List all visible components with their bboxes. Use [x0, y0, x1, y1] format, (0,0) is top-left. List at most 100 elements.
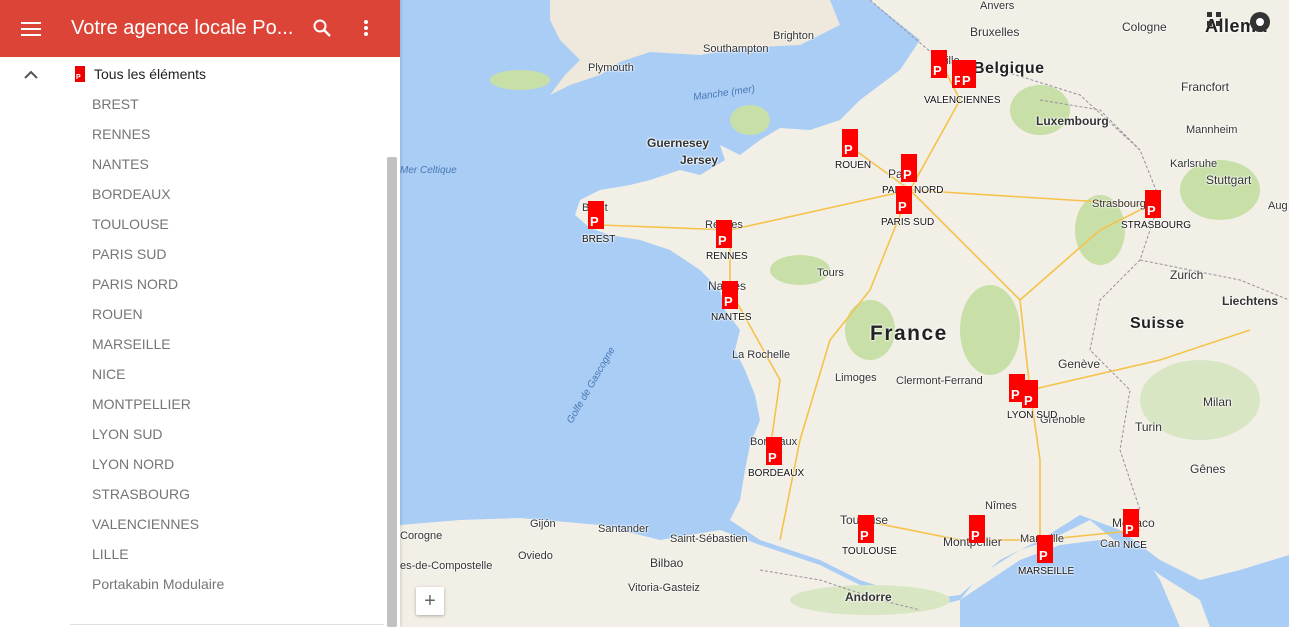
city-label-francfort: Francfort: [1181, 80, 1230, 94]
city-label-southampton: Southampton: [703, 43, 769, 55]
agency-list: BREST RENNES NANTES BORDEAUX TOULOUSE PA…: [0, 89, 385, 599]
city-label-genes: Gênes: [1190, 462, 1226, 476]
agency-pin-lille[interactable]: P: [931, 50, 947, 78]
city-label-cannes: Can: [1100, 538, 1121, 550]
island-label-guernesey: Guernesey: [647, 136, 710, 150]
city-label-nimes: Nîmes: [985, 500, 1017, 512]
country-label-liechtenstein: Liechtens: [1222, 294, 1279, 308]
agency-label-strasbourg: STRASBOURG: [1121, 220, 1192, 231]
list-item[interactable]: ROUEN: [0, 299, 385, 329]
more-options-button[interactable]: [348, 10, 384, 46]
layer-marker-icon: P: [75, 66, 85, 82]
agency-pin-rennes[interactable]: P: [716, 220, 732, 248]
agency-label-bordeaux: BORDEAUX: [748, 468, 805, 479]
city-label-oviedo: Oviedo: [518, 550, 553, 562]
city-label-bilbao: Bilbao: [650, 556, 684, 570]
list-item[interactable]: PARIS SUD: [0, 239, 385, 269]
agency-pin-nantes[interactable]: P: [722, 281, 738, 309]
city-label-mannheim: Mannheim: [1186, 124, 1238, 136]
location-icon[interactable]: [1250, 12, 1270, 32]
city-label-compostelle: es-de-Compostelle: [400, 560, 493, 572]
city-label-plymouth: Plymouth: [588, 62, 634, 74]
sidebar-header: Votre agence locale Po...: [0, 0, 400, 57]
city-label-karlsruhe: Karlsruhe: [1170, 158, 1218, 170]
country-label-andorre: Andorre: [845, 590, 892, 604]
agency-pin-paris-nord[interactable]: P: [901, 154, 917, 182]
country-label-belgique: Belgique: [973, 60, 1045, 77]
map-background: [400, 0, 1289, 627]
more-vert-icon: [364, 20, 368, 36]
city-label-cologne: Cologne: [1122, 20, 1167, 34]
map-canvas[interactable]: Anvers Bruxelles Belgique Cologne Allema…: [400, 0, 1289, 627]
city-label-limoges: Limoges: [835, 372, 877, 384]
divider: [70, 624, 384, 625]
agency-pin-brest[interactable]: P: [588, 201, 604, 229]
country-label-suisse: Suisse: [1130, 315, 1185, 332]
agency-pin-lyon-sud[interactable]: P: [1022, 380, 1038, 408]
agency-label-rennes: RENNES: [706, 251, 748, 262]
list-item[interactable]: STRASBOURG: [0, 479, 385, 509]
layer-label[interactable]: Tous les éléments: [94, 66, 206, 82]
agency-pin-bordeaux[interactable]: P: [766, 437, 782, 465]
map-title[interactable]: Votre agence locale Po...: [71, 17, 296, 40]
plus-icon: +: [424, 589, 436, 612]
agency-pin-valenciennes[interactable]: P: [960, 60, 976, 88]
agency-pin-strasbourg[interactable]: P: [1145, 190, 1161, 218]
list-item[interactable]: LYON SUD: [0, 419, 385, 449]
city-label-santander: Santander: [598, 523, 649, 535]
agency-label-nice: NICE: [1123, 540, 1147, 551]
city-label-turin: Turin: [1135, 420, 1162, 434]
fullscreen-icon[interactable]: [1207, 12, 1221, 26]
agency-pin-marseille[interactable]: P: [1037, 535, 1053, 563]
list-item[interactable]: NANTES: [0, 149, 385, 179]
list-item[interactable]: LYON NORD: [0, 449, 385, 479]
scrollbar[interactable]: [387, 157, 397, 627]
city-label-brighton: Brighton: [773, 30, 814, 42]
city-label-anvers: Anvers: [980, 0, 1015, 12]
zoom-in-button[interactable]: +: [416, 587, 444, 615]
city-label-clermont-ferrand: Clermont-Ferrand: [896, 375, 983, 387]
list-item[interactable]: BORDEAUX: [0, 179, 385, 209]
city-label-stuttgart: Stuttgart: [1206, 173, 1252, 187]
list-item[interactable]: LILLE: [0, 539, 385, 569]
country-label-france: France: [870, 322, 948, 345]
list-item[interactable]: RENNES: [0, 119, 385, 149]
menu-button[interactable]: [0, 0, 62, 57]
list-item[interactable]: BREST: [0, 89, 385, 119]
city-label-saint-sebastien: Saint-Sébastien: [670, 533, 748, 545]
country-label-luxembourg: Luxembourg: [1036, 114, 1109, 128]
agency-label-lyon-sud: LYON SUD: [1007, 410, 1058, 421]
agency-label-valenciennes: VALENCIENNES: [924, 95, 1001, 106]
agency-label-paris-nord: PARIS NORD: [882, 185, 944, 196]
agency-label-paris-sud: PARIS SUD: [881, 217, 935, 228]
list-item[interactable]: MONTPELLIER: [0, 389, 385, 419]
agency-pin-nice[interactable]: P: [1123, 509, 1139, 537]
agency-pin-paris-sud[interactable]: P: [896, 186, 912, 214]
city-label-geneve: Genève: [1058, 357, 1101, 371]
search-icon: [313, 19, 331, 37]
list-item[interactable]: PARIS NORD: [0, 269, 385, 299]
city-label-augsburg: Aug: [1268, 200, 1288, 212]
agency-pin-rouen[interactable]: P: [842, 129, 858, 157]
agency-pin-toulouse[interactable]: P: [858, 515, 874, 543]
city-label-zurich: Zurich: [1170, 268, 1204, 282]
list-item[interactable]: TOULOUSE: [0, 209, 385, 239]
list-item[interactable]: MARSEILLE: [0, 329, 385, 359]
agency-pin-montpellier[interactable]: P: [969, 515, 985, 543]
city-label-strasbourg: Strasbourg: [1092, 198, 1146, 210]
water-label-mer-celtique: Mer Celtique: [400, 165, 457, 176]
search-button[interactable]: [304, 10, 340, 46]
city-label-tours: Tours: [817, 267, 844, 279]
city-label-vitoria-gasteiz: Vitoria-Gasteiz: [628, 582, 700, 594]
city-label-bruxelles: Bruxelles: [970, 25, 1020, 39]
city-label-milan: Milan: [1203, 395, 1232, 409]
list-item[interactable]: VALENCIENNES: [0, 509, 385, 539]
collapse-button[interactable]: [20, 66, 42, 82]
city-label-la-rochelle: La Rochelle: [732, 349, 791, 361]
list-item[interactable]: Portakabin Modulaire: [0, 569, 385, 599]
list-item[interactable]: NICE: [0, 359, 385, 389]
sidebar-panel: Votre agence locale Po... P Tous les élé…: [0, 0, 400, 627]
menu-icon: [21, 21, 41, 36]
chevron-up-icon: [24, 70, 38, 79]
agency-label-toulouse: TOULOUSE: [842, 546, 897, 557]
